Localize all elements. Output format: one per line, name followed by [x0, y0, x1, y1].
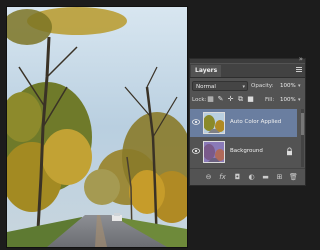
layers-panel: » Layers Normal ▾ Opacity: 100% ▾ Lock: … — [189, 55, 306, 186]
layers-bottom-toolbar: ⊖ fx ◘ ◐ ▬ ⊞ 🗑 — [190, 168, 305, 185]
blend-mode-value: Normal — [196, 84, 216, 90]
eye-icon[interactable] — [192, 119, 200, 125]
lock-label: Lock: — [192, 97, 207, 103]
fill-label: Fill: — [265, 97, 275, 103]
fill-chevron-icon[interactable]: ▾ — [298, 95, 301, 105]
lock-transparent-pixels-icon[interactable]: ▦ — [207, 96, 214, 103]
opacity-chevron-icon[interactable]: ▾ — [298, 81, 301, 91]
panel-menu-icon[interactable] — [296, 67, 302, 73]
blend-mode-select[interactable]: Normal ▾ — [192, 81, 248, 91]
opacity-value[interactable]: 100% — [278, 81, 297, 91]
panel-tab-bar: Layers — [190, 64, 305, 78]
layer-mask-icon[interactable]: ◘ — [233, 173, 242, 182]
layer-row-background[interactable]: Background — [190, 138, 297, 166]
layers-scrollbar[interactable] — [301, 109, 304, 167]
document-canvas[interactable] — [6, 6, 188, 248]
layers-list: Auto Color Applied Background — [190, 109, 300, 167]
adjustment-layer-icon[interactable]: ◐ — [247, 173, 256, 182]
lock-position-icon[interactable]: ✛ — [227, 96, 234, 103]
new-group-icon[interactable]: ▬ — [261, 173, 270, 182]
layer-name[interactable]: Background — [230, 147, 263, 155]
fx-icon[interactable]: fx — [218, 173, 227, 182]
lock-artboard-icon[interactable]: ⧉ — [237, 96, 244, 103]
new-layer-icon[interactable]: ⊞ — [275, 173, 284, 182]
street-photo — [7, 7, 187, 247]
chevron-down-icon: ▾ — [242, 84, 245, 90]
panel-header-strip[interactable]: » — [190, 55, 305, 63]
lock-image-pixels-icon[interactable]: ✎ — [217, 96, 224, 103]
link-layers-icon[interactable]: ⊖ — [204, 173, 213, 182]
layer-name[interactable]: Auto Color Applied — [230, 118, 281, 126]
layer-thumbnail — [203, 112, 225, 134]
opacity-label: Opacity: — [251, 83, 274, 89]
collapse-panel-icon[interactable]: » — [299, 55, 303, 63]
eye-icon[interactable] — [192, 148, 200, 154]
lock-fill-row: Lock: ▦ ✎ ✛ ⧉ ■ Fill: 100% ▾ — [192, 95, 303, 106]
lock-icon — [287, 147, 292, 156]
layer-row-auto-color-applied[interactable]: Auto Color Applied — [190, 109, 297, 137]
blend-opacity-row: Normal ▾ Opacity: 100% ▾ — [192, 81, 303, 92]
fill-value[interactable]: 100% — [278, 95, 297, 105]
lock-all-icon[interactable]: ■ — [247, 96, 254, 103]
layer-thumbnail — [203, 141, 225, 163]
delete-layer-icon[interactable]: 🗑 — [289, 173, 298, 182]
tab-layers[interactable]: Layers — [191, 65, 222, 77]
